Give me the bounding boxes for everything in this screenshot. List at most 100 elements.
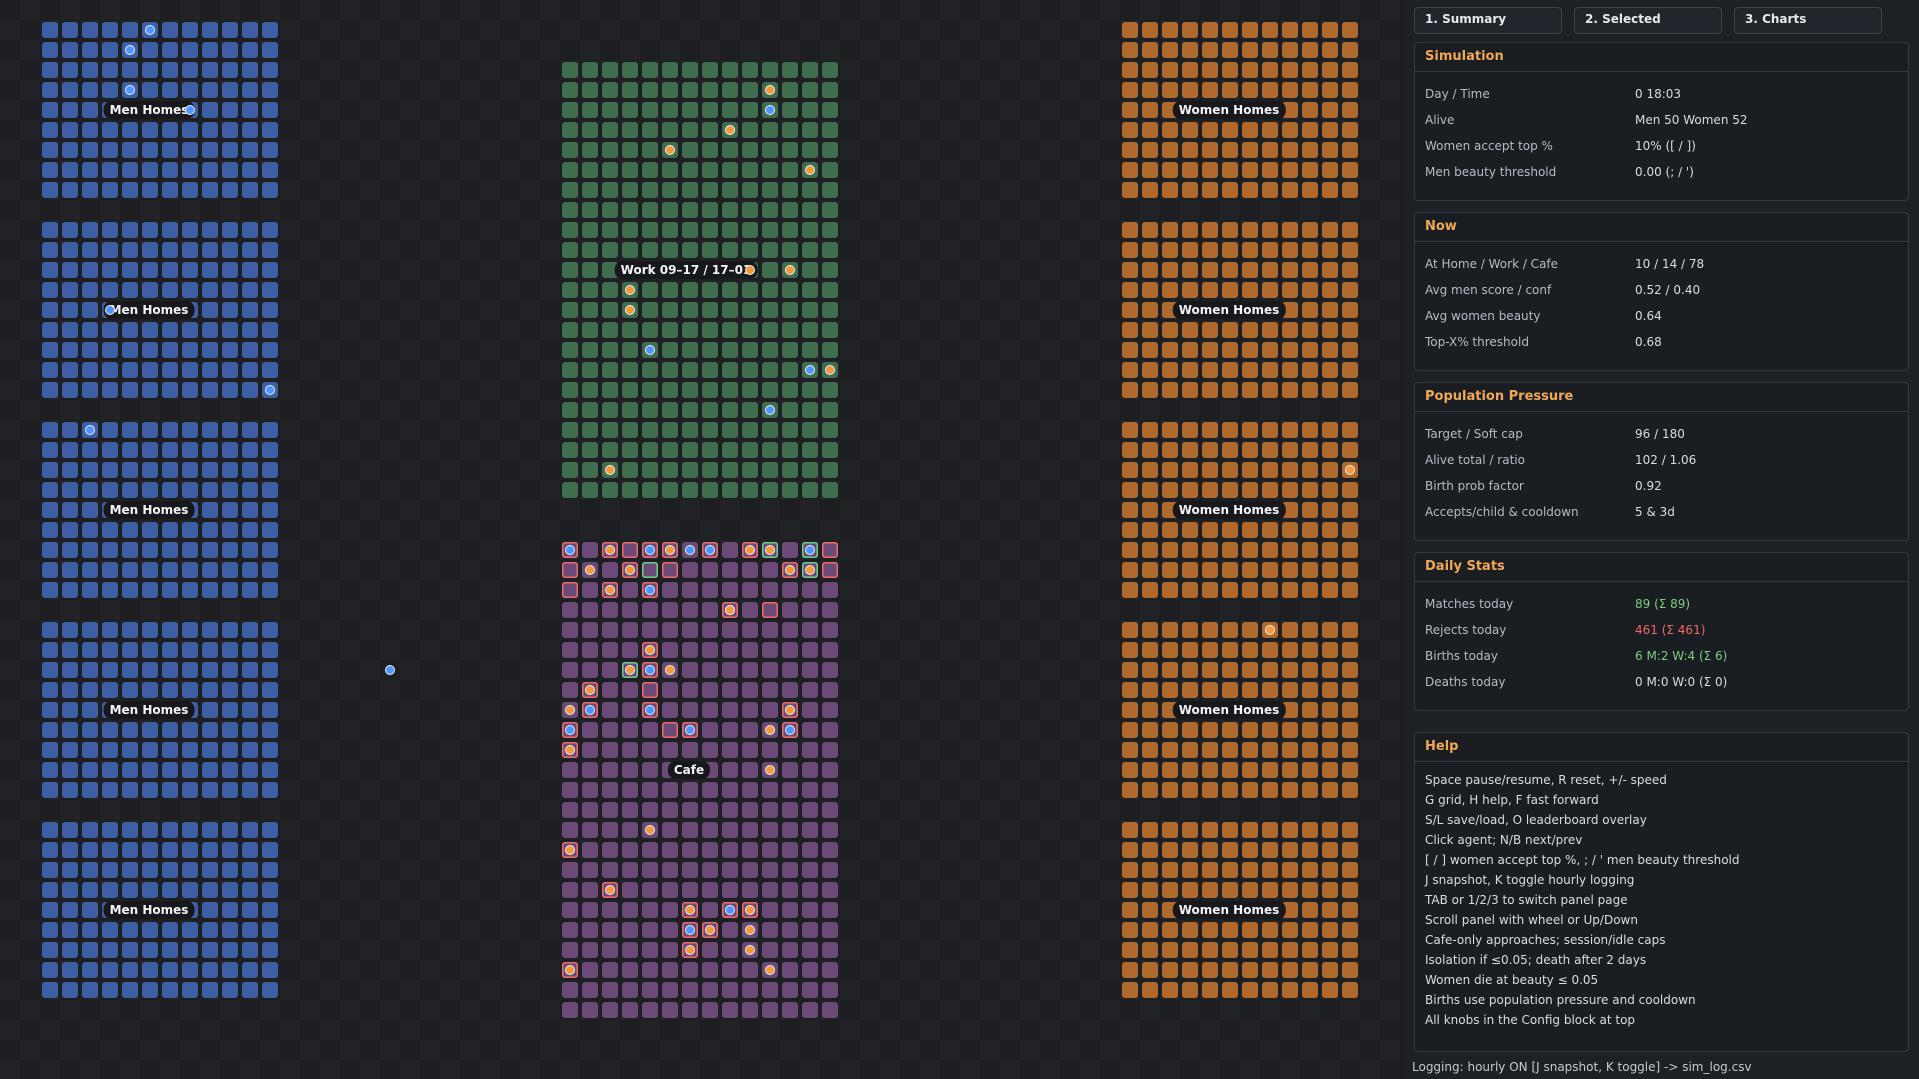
man-agent[interactable] [105,305,115,315]
woman-agent[interactable] [745,905,755,915]
cafe-tile [622,942,638,958]
man-agent[interactable] [685,725,695,735]
woman-agent[interactable] [745,925,755,935]
man-agent[interactable] [705,545,715,555]
woman-agent[interactable] [665,665,675,675]
divider [1415,71,1908,72]
men-tile [242,562,258,578]
tab-selected[interactable]: 2. Selected [1574,7,1722,34]
men-tile [142,62,158,78]
man-agent[interactable] [725,905,735,915]
work-tile [602,102,618,118]
woman-agent[interactable] [625,305,635,315]
woman-agent[interactable] [605,545,615,555]
woman-agent[interactable] [625,565,635,575]
men-tile [222,522,238,538]
woman-agent[interactable] [565,965,575,975]
woman-agent[interactable] [745,545,755,555]
women-tile [1202,682,1218,698]
man-agent[interactable] [645,585,655,595]
man-agent[interactable] [585,705,595,715]
woman-agent[interactable] [785,705,795,715]
women-tile [1282,262,1298,278]
cafe-tile [562,802,578,818]
cafe-tile [642,882,658,898]
woman-agent[interactable] [605,585,615,595]
woman-agent[interactable] [665,545,675,555]
man-agent[interactable] [645,705,655,715]
men-tile [62,322,78,338]
woman-agent[interactable] [585,685,595,695]
man-agent[interactable] [565,725,575,735]
woman-agent[interactable] [605,885,615,895]
woman-agent[interactable] [1345,465,1355,475]
woman-agent[interactable] [665,145,675,155]
woman-agent[interactable] [625,665,635,675]
woman-agent[interactable] [825,365,835,375]
work-tile [682,222,698,238]
woman-agent[interactable] [765,85,775,95]
man-agent[interactable] [145,25,155,35]
woman-agent[interactable] [585,565,595,575]
woman-agent[interactable] [705,925,715,935]
women-tile [1182,122,1198,138]
woman-agent[interactable] [565,705,575,715]
man-agent[interactable] [385,665,395,675]
woman-agent[interactable] [645,825,655,835]
woman-agent[interactable] [565,745,575,755]
women-tile [1182,922,1198,938]
woman-agent[interactable] [765,965,775,975]
woman-agent[interactable] [785,265,795,275]
woman-agent[interactable] [625,285,635,295]
woman-agent[interactable] [645,645,655,655]
woman-agent[interactable] [805,165,815,175]
woman-agent[interactable] [745,945,755,955]
men-tile [162,962,178,978]
tab-summary[interactable]: 1. Summary [1414,7,1562,34]
work-tile [622,142,638,158]
woman-agent[interactable] [565,845,575,855]
man-agent[interactable] [805,365,815,375]
work-tile [802,402,818,418]
man-agent[interactable] [85,425,95,435]
woman-agent[interactable] [725,605,735,615]
man-agent[interactable] [185,105,195,115]
man-agent[interactable] [645,665,655,675]
women-tile [1242,782,1258,798]
woman-agent[interactable] [685,945,695,955]
men-tile [202,362,218,378]
man-agent[interactable] [685,925,695,935]
simulation-world[interactable]: Men Homes Men Homes Men Homes Men Homes Men … [0,0,1400,1079]
tab-charts[interactable]: 3. Charts [1734,7,1882,34]
woman-agent[interactable] [785,565,795,575]
woman-agent[interactable] [805,565,815,575]
woman-agent[interactable] [725,125,735,135]
man-agent[interactable] [805,545,815,555]
woman-agent[interactable] [765,725,775,735]
man-agent[interactable] [125,85,135,95]
woman-agent[interactable] [765,765,775,775]
woman-agent[interactable] [605,465,615,475]
man-agent[interactable] [765,405,775,415]
women-tile [1222,362,1238,378]
woman-agent[interactable] [745,265,755,275]
man-agent[interactable] [125,45,135,55]
women-tile [1322,222,1338,238]
woman-agent[interactable] [1265,625,1275,635]
cafe-tile [762,802,778,818]
man-agent[interactable] [765,105,775,115]
man-agent[interactable] [645,545,655,555]
men-tile [162,742,178,758]
women-tile [1342,62,1358,78]
man-agent[interactable] [685,545,695,555]
man-agent[interactable] [645,345,655,355]
women-tile [1142,442,1158,458]
woman-agent[interactable] [685,905,695,915]
work-tile [682,302,698,318]
men-tile [182,562,198,578]
woman-agent[interactable] [765,545,775,555]
man-agent[interactable] [565,545,575,555]
men-tile [242,962,258,978]
man-agent[interactable] [265,385,275,395]
man-agent[interactable] [785,725,795,735]
